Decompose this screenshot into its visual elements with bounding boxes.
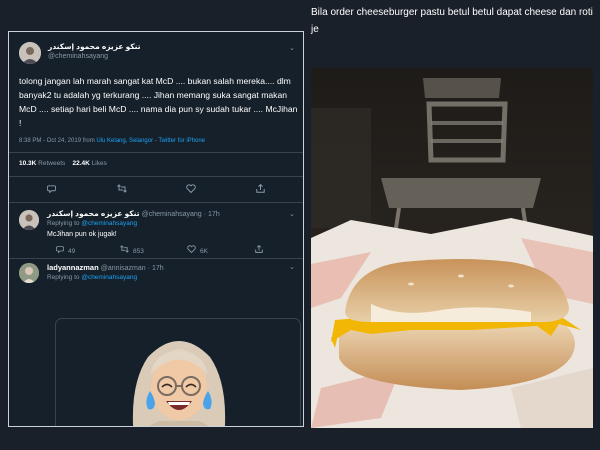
reply-text: McJihan pun ok jugak! bbox=[47, 231, 117, 238]
share-icon[interactable] bbox=[256, 183, 265, 196]
reply-count: 49 bbox=[68, 248, 76, 255]
retweet-icon[interactable] bbox=[117, 184, 127, 196]
caption-text: Bila order cheeseburger pastu betul betu… bbox=[311, 7, 593, 35]
heart-icon bbox=[187, 245, 196, 254]
reply-display-name[interactable]: ladyannazman @annisazman · 17h bbox=[47, 263, 164, 272]
tweet-client[interactable]: Twitter for iPhone bbox=[158, 138, 205, 144]
cheeseburger-photo-image bbox=[311, 68, 593, 428]
replying-to: Replying to @cheminahsayang bbox=[47, 274, 138, 281]
retweet-count: 853 bbox=[133, 248, 144, 255]
reply-icon bbox=[56, 246, 64, 254]
reply-age: · 17h bbox=[203, 211, 220, 218]
reply-age: · 17h bbox=[147, 265, 164, 272]
memoji-media[interactable] bbox=[55, 318, 301, 426]
like-action[interactable]: 6K bbox=[187, 245, 208, 257]
meta-separator: - bbox=[154, 138, 157, 144]
avatar[interactable] bbox=[19, 42, 41, 64]
share-icon[interactable] bbox=[255, 244, 263, 256]
replying-to-handle[interactable]: @cheminahsayang bbox=[81, 220, 137, 227]
heart-icon[interactable] bbox=[186, 184, 196, 196]
reply-action[interactable]: 49 bbox=[56, 245, 75, 257]
avatar[interactable] bbox=[19, 263, 39, 283]
retweet-action[interactable]: 853 bbox=[120, 245, 144, 257]
memoji-laughing-image bbox=[132, 341, 226, 426]
divider bbox=[9, 176, 303, 177]
chevron-down-icon[interactable]: ⌄ bbox=[289, 44, 295, 52]
likes-label[interactable]: Likes bbox=[92, 160, 107, 167]
likes-count[interactable]: 22.4K bbox=[73, 160, 90, 167]
reply-handle[interactable]: @annisazman bbox=[101, 265, 146, 272]
reply-handle[interactable]: @cheminahsayang bbox=[142, 211, 202, 218]
avatar[interactable] bbox=[19, 210, 39, 230]
reply-display-name[interactable]: تنكو عزيزه محمود إسكندر @cheminahsayang … bbox=[47, 209, 220, 218]
divider bbox=[9, 258, 303, 259]
reply-icon[interactable] bbox=[47, 184, 56, 196]
tweet-handle[interactable]: @cheminahsayang bbox=[48, 53, 108, 60]
tweet-stats: 10.3K Retweets 22.4K Likes bbox=[19, 160, 107, 167]
tweet-screenshot: تنكو عزيزه محمود إسكندر @cheminahsayang … bbox=[8, 31, 304, 427]
replying-to: Replying to @cheminahsayang bbox=[47, 220, 138, 227]
tweet-text: tolong jangan lah marah sangat kat McD .… bbox=[19, 76, 298, 128]
retweets-count[interactable]: 10.3K bbox=[19, 160, 36, 167]
chevron-down-icon[interactable]: ⌄ bbox=[289, 210, 295, 218]
tweet-location[interactable]: Ulu Kelang, Selangor bbox=[96, 138, 153, 144]
retweets-label[interactable]: Retweets bbox=[38, 160, 65, 167]
cheeseburger-photo bbox=[311, 68, 593, 428]
retweet-icon bbox=[120, 245, 129, 253]
tweet-time: 8:38 PM - Oct 24, 2019 from bbox=[19, 138, 95, 144]
divider bbox=[9, 152, 303, 153]
tweet-meta: 8:38 PM - Oct 24, 2019 from Ulu Kelang, … bbox=[19, 138, 205, 144]
like-count: 6K bbox=[200, 248, 208, 255]
tweet-display-name[interactable]: تنكو عزيزه محمود إسكندر bbox=[48, 42, 141, 51]
replying-to-handle[interactable]: @cheminahsayang bbox=[81, 274, 137, 281]
divider bbox=[9, 202, 303, 203]
chevron-down-icon[interactable]: ⌄ bbox=[289, 263, 295, 271]
